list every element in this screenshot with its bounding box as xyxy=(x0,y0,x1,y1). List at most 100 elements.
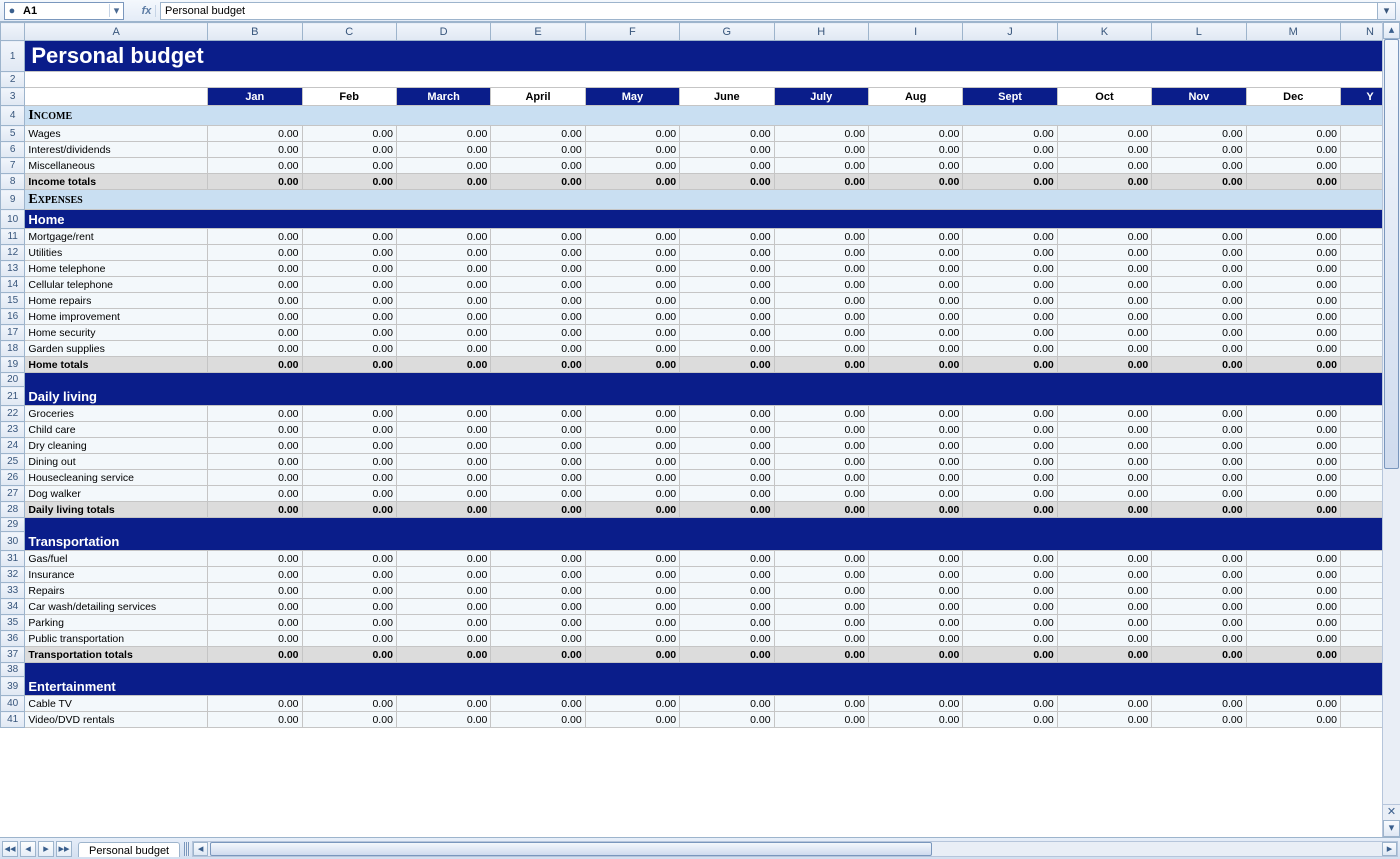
cell-value[interactable]: 0.00 xyxy=(585,126,679,142)
cell-value[interactable]: 0.00 xyxy=(491,293,585,309)
cell-year-partial[interactable] xyxy=(1340,309,1382,325)
cell-value[interactable]: 0.00 xyxy=(1152,174,1246,190)
cell-value[interactable]: 0.00 xyxy=(302,325,396,341)
cell-value[interactable]: 0.00 xyxy=(585,696,679,712)
cell-value[interactable]: 0.00 xyxy=(1152,277,1246,293)
cell-value[interactable]: 0.00 xyxy=(868,357,962,373)
cell-value[interactable]: 0.00 xyxy=(1152,567,1246,583)
cell-year-partial[interactable] xyxy=(1340,341,1382,357)
cell-value[interactable]: 0.00 xyxy=(491,357,585,373)
cell-value[interactable]: 0.00 xyxy=(1246,357,1340,373)
row-label[interactable]: Cable TV xyxy=(25,696,208,712)
cell-value[interactable]: 0.00 xyxy=(302,245,396,261)
cell-value[interactable]: 0.00 xyxy=(1246,599,1340,615)
row-label[interactable]: Daily living totals xyxy=(25,502,208,518)
cell-value[interactable]: 0.00 xyxy=(963,422,1057,438)
cell-value[interactable]: 0.00 xyxy=(963,551,1057,567)
cell-value[interactable]: 0.00 xyxy=(963,341,1057,357)
cell-value[interactable]: 0.00 xyxy=(963,142,1057,158)
row-label[interactable]: Wages xyxy=(25,126,208,142)
cell-year-partial[interactable] xyxy=(1340,174,1382,190)
cell-value[interactable]: 0.00 xyxy=(1057,486,1151,502)
cell-value[interactable]: 0.00 xyxy=(585,142,679,158)
row-header-22[interactable]: 22 xyxy=(1,406,25,422)
cell-year-partial[interactable] xyxy=(1340,567,1382,583)
cell-value[interactable]: 0.00 xyxy=(1152,309,1246,325)
cell-value[interactable]: 0.00 xyxy=(1057,174,1151,190)
month-header-june[interactable]: June xyxy=(680,88,774,106)
cell-year-partial[interactable] xyxy=(1340,406,1382,422)
cell-value[interactable]: 0.00 xyxy=(396,277,490,293)
cell-year-partial[interactable] xyxy=(1340,229,1382,245)
cell-value[interactable]: 0.00 xyxy=(868,647,962,663)
cell-value[interactable]: 0.00 xyxy=(1246,406,1340,422)
cell-year-partial[interactable] xyxy=(1340,615,1382,631)
cell-value[interactable]: 0.00 xyxy=(208,309,302,325)
cell-value[interactable]: 0.00 xyxy=(1152,583,1246,599)
cell-value[interactable]: 0.00 xyxy=(680,325,774,341)
cell-value[interactable]: 0.00 xyxy=(491,174,585,190)
cell-value[interactable]: 0.00 xyxy=(868,631,962,647)
cell-value[interactable]: 0.00 xyxy=(1057,599,1151,615)
row-label[interactable]: Public transportation xyxy=(25,631,208,647)
row-header-18[interactable]: 18 xyxy=(1,341,25,357)
cell-value[interactable]: 0.00 xyxy=(1152,438,1246,454)
cell-value[interactable]: 0.00 xyxy=(963,438,1057,454)
cell-value[interactable]: 0.00 xyxy=(1246,454,1340,470)
cell-value[interactable]: 0.00 xyxy=(680,261,774,277)
cell-value[interactable]: 0.00 xyxy=(396,470,490,486)
cell-value[interactable]: 0.00 xyxy=(302,470,396,486)
cell-value[interactable]: 0.00 xyxy=(680,486,774,502)
cell-value[interactable]: 0.00 xyxy=(1057,158,1151,174)
column-header-G[interactable]: G xyxy=(680,23,774,41)
cell-value[interactable]: 0.00 xyxy=(585,406,679,422)
cell-value[interactable]: 0.00 xyxy=(774,583,868,599)
row-header-17[interactable]: 17 xyxy=(1,325,25,341)
cell-value[interactable]: 0.00 xyxy=(963,696,1057,712)
cell-value[interactable]: 0.00 xyxy=(963,599,1057,615)
cell-value[interactable]: 0.00 xyxy=(774,438,868,454)
month-header-jan[interactable]: Jan xyxy=(208,88,302,106)
scroll-track[interactable] xyxy=(1383,39,1400,820)
cell-value[interactable]: 0.00 xyxy=(491,341,585,357)
cell-value[interactable]: 0.00 xyxy=(1246,567,1340,583)
cell-value[interactable]: 0.00 xyxy=(1152,422,1246,438)
cell-value[interactable]: 0.00 xyxy=(868,229,962,245)
row-label[interactable]: Video/DVD rentals xyxy=(25,712,208,728)
row-label[interactable]: Gas/fuel xyxy=(25,551,208,567)
cell-value[interactable]: 0.00 xyxy=(1152,406,1246,422)
row-label[interactable]: Repairs xyxy=(25,583,208,599)
cell-value[interactable]: 0.00 xyxy=(491,486,585,502)
row-header-3[interactable]: 3 xyxy=(1,88,25,106)
cell-value[interactable]: 0.00 xyxy=(396,438,490,454)
row-label[interactable]: Mortgage/rent xyxy=(25,229,208,245)
cell-value[interactable]: 0.00 xyxy=(396,293,490,309)
cell-value[interactable]: 0.00 xyxy=(680,229,774,245)
cell-value[interactable]: 0.00 xyxy=(680,567,774,583)
cell-value[interactable]: 0.00 xyxy=(491,470,585,486)
cell-value[interactable]: 0.00 xyxy=(1057,712,1151,728)
cell-value[interactable]: 0.00 xyxy=(208,502,302,518)
row-label[interactable]: Car wash/detailing services xyxy=(25,599,208,615)
cell-value[interactable]: 0.00 xyxy=(396,599,490,615)
cell-value[interactable]: 0.00 xyxy=(208,174,302,190)
scroll-down-icon[interactable]: ▾ xyxy=(1383,820,1400,837)
cell-value[interactable]: 0.00 xyxy=(302,486,396,502)
month-header-nov[interactable]: Nov xyxy=(1152,88,1246,106)
cell-value[interactable]: 0.00 xyxy=(680,142,774,158)
month-header-blank[interactable] xyxy=(25,88,208,106)
cell-value[interactable]: 0.00 xyxy=(680,174,774,190)
cell-value[interactable]: 0.00 xyxy=(1246,142,1340,158)
cell-year-partial[interactable] xyxy=(1340,583,1382,599)
cell-value[interactable]: 0.00 xyxy=(1152,357,1246,373)
row-header-38[interactable]: 38 xyxy=(1,663,25,677)
row-header-11[interactable]: 11 xyxy=(1,229,25,245)
cell-value[interactable]: 0.00 xyxy=(1152,245,1246,261)
cell-value[interactable]: 0.00 xyxy=(585,712,679,728)
row-header-19[interactable]: 19 xyxy=(1,357,25,373)
cell-value[interactable]: 0.00 xyxy=(491,712,585,728)
cell-value[interactable]: 0.00 xyxy=(491,142,585,158)
cell-year-partial[interactable] xyxy=(1340,142,1382,158)
cell-value[interactable]: 0.00 xyxy=(774,174,868,190)
cell-year-partial[interactable] xyxy=(1340,293,1382,309)
